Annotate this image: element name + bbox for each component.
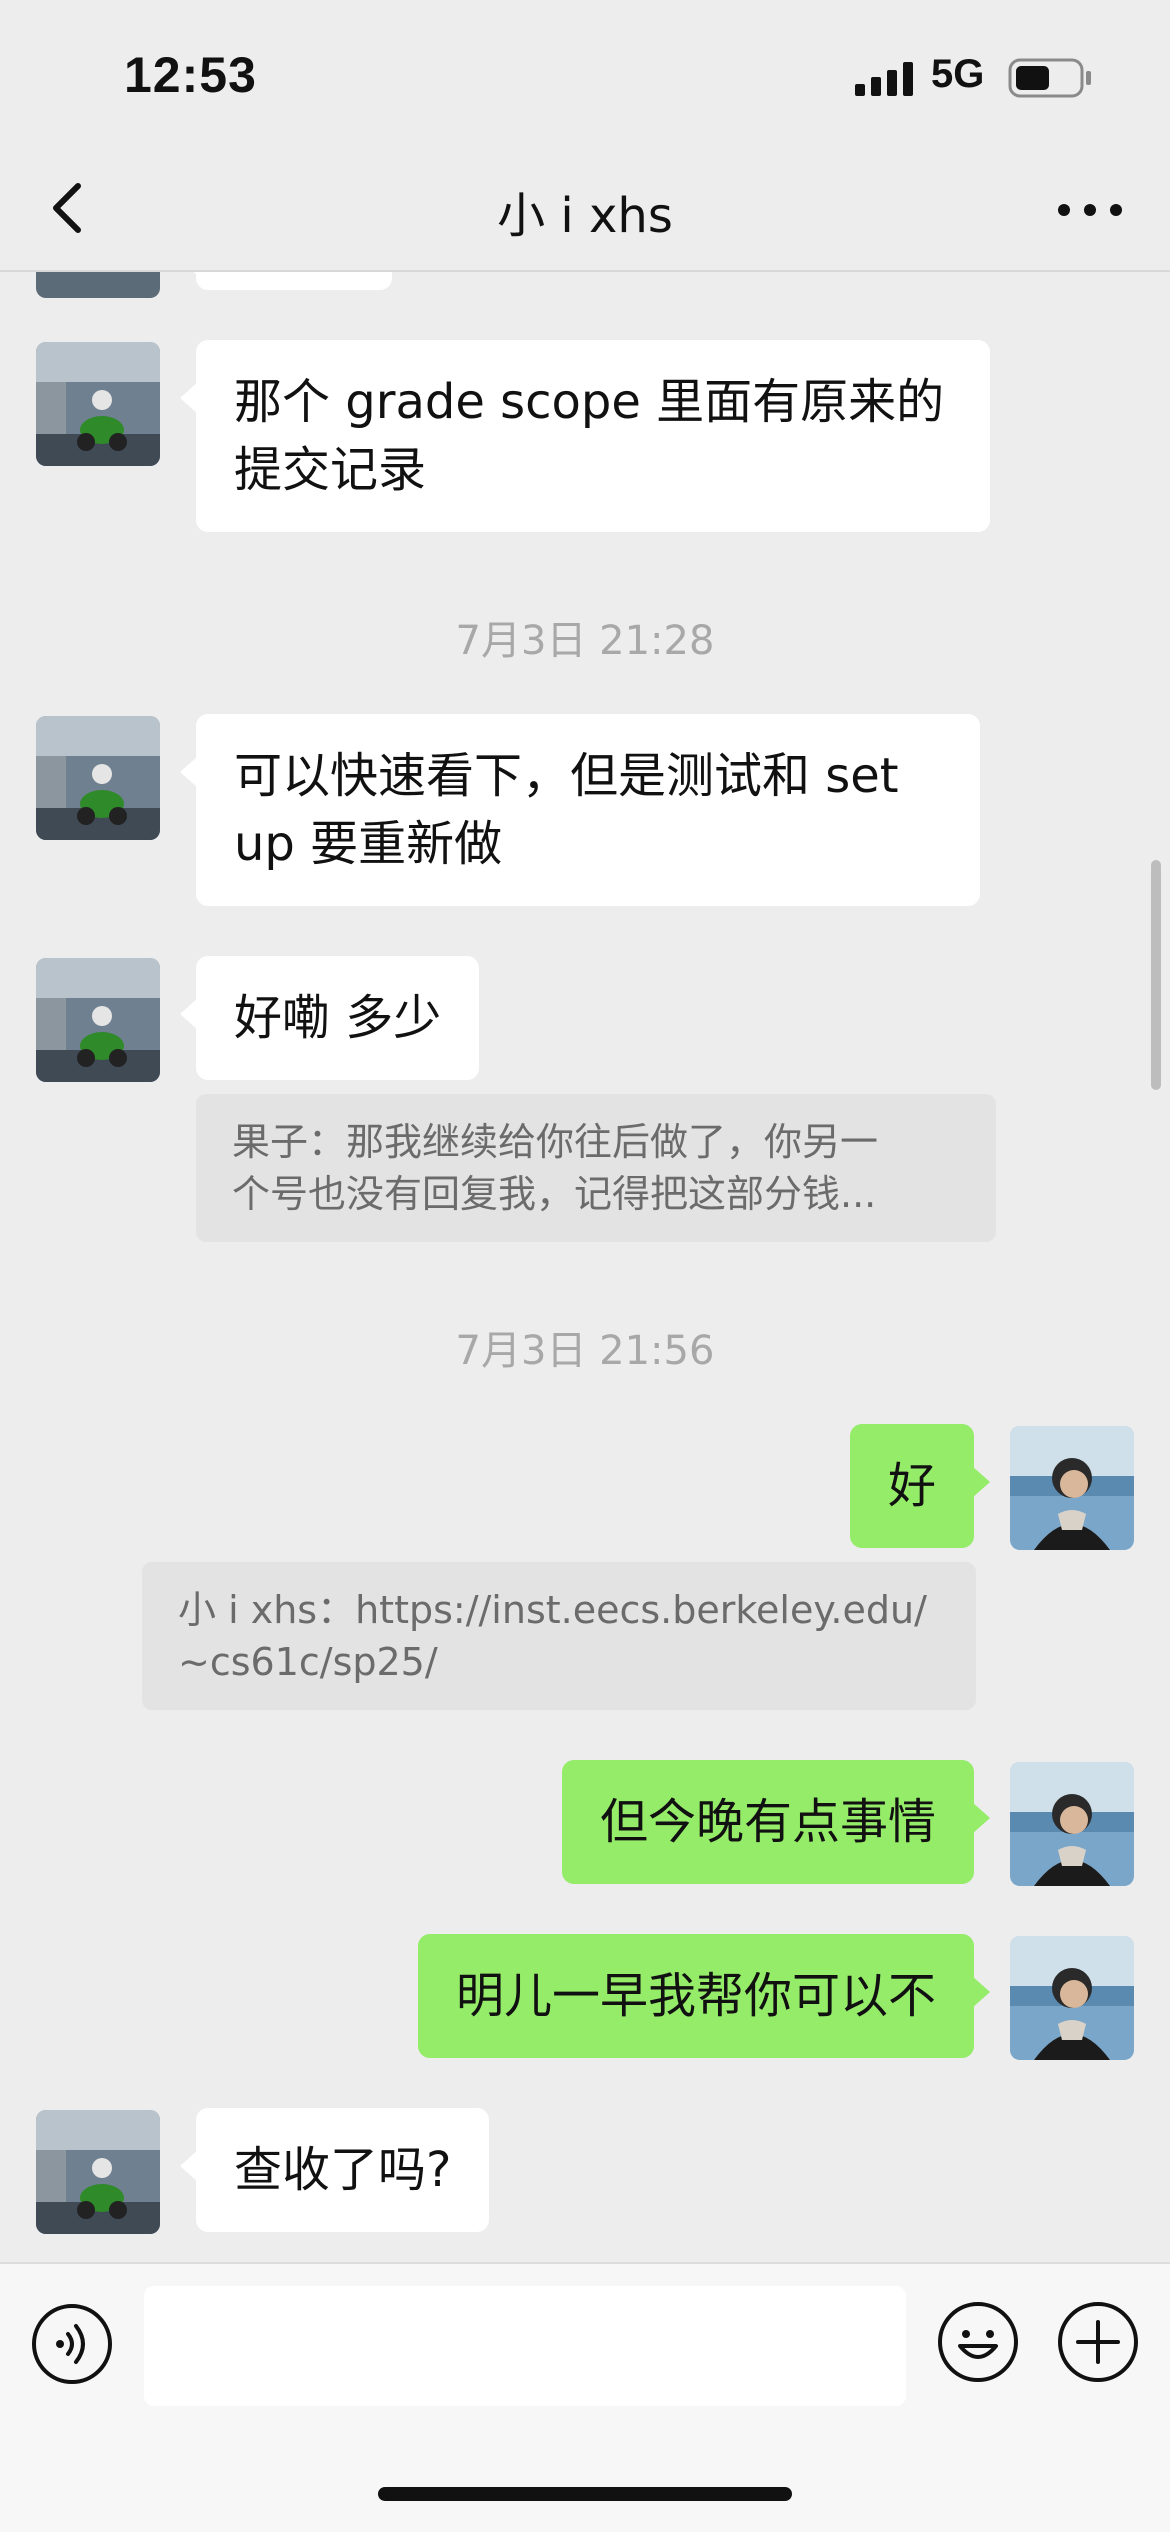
motorcycle-avatar-image (36, 716, 160, 840)
motorcycle-avatar-image (36, 958, 160, 1082)
signal-icon (855, 62, 913, 96)
outgoing-message[interactable]: 但今晚有点事情 (561, 1760, 991, 1884)
quoted-message[interactable]: 果子：那我继续给你往后做了，你另一 个号也没有回复我，记得把这部分钱... (196, 1094, 996, 1242)
avatar[interactable] (1010, 1426, 1134, 1550)
battery-icon (1008, 58, 1091, 98)
network-type: 5G (931, 52, 985, 96)
motorcycle-avatar-image (36, 2110, 160, 2234)
voice-icon[interactable] (30, 2302, 114, 2386)
chat-area[interactable]: 那个 grade scope 里面有原来的 提交记录 7月3日 21:28 可以… (0, 272, 1170, 2262)
avatar[interactable] (36, 716, 160, 840)
timestamp: 7月3日 21:56 (455, 1328, 715, 1374)
message-bubble-partial[interactable] (180, 272, 392, 290)
nav-bar: 小 i xhs (0, 150, 1170, 272)
avatar[interactable] (36, 958, 160, 1082)
user-avatar-image (1010, 1762, 1134, 1886)
user-avatar-image (1010, 1936, 1134, 2060)
scroll-indicator[interactable] (1151, 860, 1161, 1090)
avatar[interactable] (36, 272, 160, 298)
avatar[interactable] (1010, 1762, 1134, 1886)
message-input[interactable] (144, 2286, 906, 2406)
plus-icon[interactable] (1056, 2300, 1140, 2384)
avatar[interactable] (36, 342, 160, 466)
incoming-message[interactable]: 查收了吗? (179, 2108, 490, 2232)
avatar[interactable] (36, 2110, 160, 2234)
outgoing-message[interactable]: 好 (849, 1424, 991, 1548)
emoji-icon[interactable] (936, 2300, 1020, 2384)
ellipsis-icon[interactable] (1050, 180, 1130, 240)
home-indicator (378, 2487, 792, 2501)
motorcycle-avatar-image (36, 342, 160, 466)
chat-title: 小 i xhs (497, 188, 673, 244)
avatar[interactable] (1010, 1936, 1134, 2060)
user-avatar-image (1010, 1426, 1134, 1550)
incoming-message[interactable]: 好嘞 多少 (179, 956, 480, 1080)
status-bar: 12:53 5G (0, 0, 1170, 150)
timestamp: 7月3日 21:28 (455, 618, 715, 664)
incoming-message[interactable]: 那个 grade scope 里面有原来的 提交记录 (180, 340, 990, 532)
status-time: 12:53 (124, 47, 257, 103)
incoming-message[interactable]: 可以快速看下，但是测试和 set up 要重新做 (180, 714, 980, 906)
outgoing-message[interactable]: 明儿一早我帮你可以不 (417, 1934, 991, 2058)
quoted-message[interactable]: 小 i xhs：https://inst.eecs.berkeley.edu/ … (142, 1562, 976, 1710)
avatar-image (36, 272, 160, 298)
